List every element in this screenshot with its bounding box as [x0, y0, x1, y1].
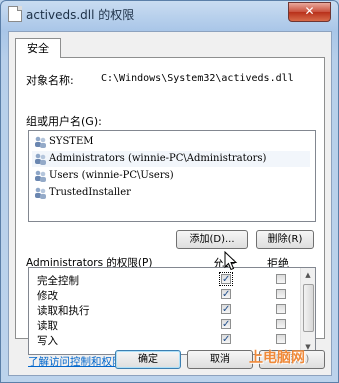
permission-row: 完全控制 ✓ — [29, 272, 299, 287]
scroll-thumb[interactable] — [303, 284, 314, 332]
object-name-value: C:\Windows\System32\activeds.dll — [101, 73, 294, 84]
permission-row: 修改 ✓ — [29, 287, 299, 302]
list-item[interactable]: TrustedInstaller — [32, 185, 310, 201]
list-item-label: SYSTEM — [49, 136, 94, 147]
list-item[interactable]: Administrators (winnie-PC\Administrators… — [32, 151, 310, 167]
allow-checkbox[interactable]: ✓ — [221, 334, 231, 345]
list-item-label: Administrators (winnie-PC\Administrators… — [49, 153, 267, 164]
window-title: activeds.dll 的权限 — [26, 8, 135, 22]
permission-row: 读取和执行 ✓ — [29, 302, 299, 317]
cancel-button[interactable]: 取消 — [187, 350, 253, 369]
deny-checkbox[interactable] — [276, 289, 286, 299]
file-icon — [8, 6, 22, 22]
tab-security[interactable]: 安全 — [15, 38, 61, 58]
permission-name: 写入 — [37, 335, 58, 347]
users-icon — [35, 153, 46, 165]
object-name-label: 对象名称: — [26, 74, 74, 87]
permission-name: 读取 — [37, 320, 58, 332]
list-item-label: Users (winnie-PC\Users) — [49, 170, 174, 181]
deny-checkbox[interactable] — [276, 274, 286, 284]
list-item-label: TrustedInstaller — [49, 187, 131, 198]
users-icon — [35, 170, 46, 182]
permission-name: 完全控制 — [37, 275, 79, 287]
deny-checkbox[interactable] — [276, 304, 286, 314]
ok-button[interactable]: 确定 — [115, 350, 181, 369]
groups-list[interactable]: SYSTEM Administrators (winnie-PC\Adminis… — [28, 130, 316, 222]
watermark: 上电脑网 — [249, 350, 305, 366]
groups-label: 组或用户名(G): — [26, 115, 102, 128]
dialog-client: 安全 对象名称: C:\Windows\System32\activeds.dl… — [8, 31, 332, 376]
permissions-dialog: activeds.dll 的权限 ✕ 安全 对象名称: C:\Windows\S… — [0, 0, 339, 383]
allow-checkbox[interactable]: ✓ — [221, 289, 231, 300]
permission-name: 读取和执行 — [37, 305, 90, 317]
permission-row: 写入 ✓ — [29, 332, 299, 347]
remove-button[interactable]: 删除(R) — [256, 230, 314, 249]
add-button[interactable]: 添加(D)... — [176, 230, 248, 249]
security-panel: 对象名称: C:\Windows\System32\activeds.dll 组… — [15, 57, 325, 368]
allow-checkbox[interactable]: ✓ — [221, 319, 231, 330]
title-bar[interactable]: activeds.dll 的权限 ✕ — [1, 1, 338, 25]
scroll-up-icon[interactable]: ▲ — [301, 268, 315, 282]
users-icon — [35, 136, 46, 148]
list-item[interactable]: Users (winnie-PC\Users) — [32, 168, 310, 184]
allow-checkbox[interactable]: ✓ — [221, 304, 231, 315]
access-control-help-link[interactable]: 了解访问控制和权限 — [28, 354, 123, 369]
permissions-scrollbar[interactable]: ▲ ▼ — [300, 268, 315, 354]
permission-name: 修改 — [37, 290, 58, 302]
close-button[interactable]: ✕ — [288, 2, 331, 22]
users-icon — [35, 187, 46, 199]
permission-row: 读取 ✓ — [29, 317, 299, 332]
permissions-list: 完全控制 ✓ 修改 ✓ 读取和执行 ✓ 读取 ✓ 写入 ✓ ▲ ▼ — [28, 267, 316, 355]
mouse-cursor-icon — [224, 251, 238, 271]
list-item[interactable]: SYSTEM — [32, 134, 310, 150]
deny-checkbox[interactable] — [276, 334, 286, 344]
allow-checkbox[interactable]: ✓ — [219, 272, 233, 286]
deny-checkbox[interactable] — [276, 319, 286, 329]
